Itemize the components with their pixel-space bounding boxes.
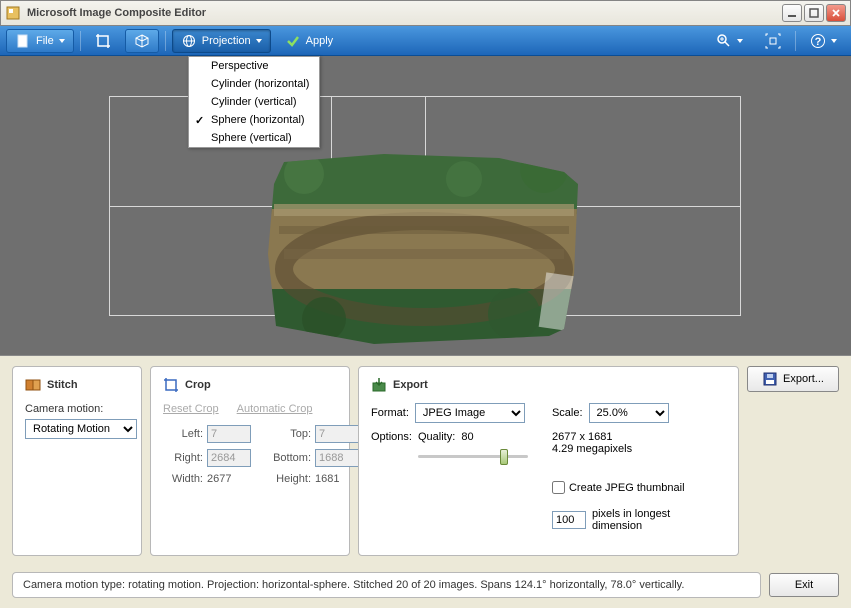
scale-label: Scale: (552, 407, 583, 419)
panels-row: Stitch Camera motion: Rotating Motion Cr… (0, 356, 851, 566)
crop-tool-button[interactable] (87, 29, 119, 53)
right-label: Right: (163, 452, 203, 464)
crop-left-input[interactable] (207, 425, 251, 443)
fit-button[interactable] (757, 29, 789, 53)
format-label: Format: (371, 407, 409, 419)
crop-title: Crop (185, 379, 211, 391)
chevron-down-icon (256, 39, 262, 43)
crop-right-input[interactable] (207, 449, 251, 467)
scale-select[interactable]: 25.0% (589, 403, 669, 423)
crop-icon (95, 33, 111, 49)
apply-icon (285, 33, 301, 49)
app-icon (5, 5, 21, 21)
width-label: Width: (163, 473, 203, 485)
projection-option-perspective[interactable]: Perspective (189, 57, 319, 75)
file-menu-button[interactable]: File (6, 29, 74, 53)
projection-dropdown: Perspective Cylinder (horizontal) Cylind… (188, 56, 320, 148)
crop-icon (163, 377, 179, 393)
stitch-panel: Stitch Camera motion: Rotating Motion (12, 366, 142, 556)
chevron-down-icon (831, 39, 837, 43)
projection-option-cylv[interactable]: Cylinder (vertical) (189, 93, 319, 111)
cube-tool-button[interactable] (125, 29, 159, 53)
window-title: Microsoft Image Composite Editor (27, 7, 782, 19)
camera-motion-label: Camera motion: (25, 403, 129, 415)
crop-width-value: 2677 (207, 473, 259, 485)
svg-text:?: ? (815, 36, 822, 48)
toolbar: File Projection Apply ? (0, 26, 851, 56)
top-label: Top: (263, 428, 311, 440)
quality-label: Quality: (418, 431, 455, 443)
options-label: Options: (371, 431, 412, 443)
thumbnail-label: Create JPEG thumbnail (569, 482, 685, 494)
save-icon (762, 371, 778, 387)
export-dimensions: 2677 x 1681 (552, 431, 692, 443)
apply-button[interactable]: Apply (277, 29, 342, 53)
canvas-area[interactable]: Perspective Cylinder (horizontal) Cylind… (0, 56, 851, 356)
projection-label: Projection (202, 35, 251, 47)
export-title: Export (393, 379, 428, 391)
exit-button[interactable]: Exit (769, 573, 839, 597)
help-icon: ? (810, 33, 826, 49)
zoom-button[interactable] (708, 29, 751, 53)
title-bar: Microsoft Image Composite Editor (0, 0, 851, 26)
projection-menu-button[interactable]: Projection (172, 29, 271, 53)
stitch-title: Stitch (47, 379, 78, 391)
thumbnail-checkbox[interactable] (552, 481, 565, 494)
quality-value: 80 (461, 431, 473, 443)
export-panel: Export Format: JPEG Image Options: Quali… (358, 366, 739, 556)
thumbnail-size-input[interactable] (552, 511, 586, 529)
thumbnail-caption: pixels in longest dimension (592, 508, 692, 532)
globe-icon (181, 33, 197, 49)
export-button-label: Export... (783, 373, 824, 385)
chevron-down-icon (59, 39, 65, 43)
chevron-down-icon (737, 39, 743, 43)
file-label: File (36, 35, 54, 47)
fit-icon (765, 33, 781, 49)
magnifier-icon (716, 33, 732, 49)
bottom-label: Bottom: (263, 452, 311, 464)
format-select[interactable]: JPEG Image (415, 403, 525, 423)
crop-bottom-input[interactable] (315, 449, 359, 467)
status-text: Camera motion type: rotating motion. Pro… (12, 572, 761, 598)
reset-crop-link[interactable]: Reset Crop (163, 403, 219, 415)
export-megapixels: 4.29 megapixels (552, 443, 692, 455)
apply-label: Apply (306, 35, 334, 47)
projection-option-sphh[interactable]: Sphere (horizontal) (189, 111, 319, 129)
status-bar: Camera motion type: rotating motion. Pro… (0, 566, 851, 608)
camera-motion-select[interactable]: Rotating Motion (25, 419, 137, 439)
file-icon (15, 33, 31, 49)
projection-option-sphv[interactable]: Sphere (vertical) (189, 129, 319, 147)
minimize-button[interactable] (782, 4, 802, 22)
export-button[interactable]: Export... (747, 366, 839, 392)
projection-option-cylh[interactable]: Cylinder (horizontal) (189, 75, 319, 93)
cube-icon (134, 33, 150, 49)
auto-crop-link[interactable]: Automatic Crop (237, 403, 313, 415)
height-label: Height: (263, 473, 311, 485)
panorama-preview (264, 154, 586, 344)
close-button[interactable] (826, 4, 846, 22)
left-label: Left: (163, 428, 203, 440)
crop-top-input[interactable] (315, 425, 359, 443)
maximize-button[interactable] (804, 4, 824, 22)
help-button[interactable]: ? (802, 29, 845, 53)
export-icon (371, 377, 387, 393)
quality-slider[interactable] (418, 447, 528, 465)
crop-panel: Crop Reset Crop Automatic Crop Left: Top… (150, 366, 350, 556)
stitch-icon (25, 377, 41, 393)
